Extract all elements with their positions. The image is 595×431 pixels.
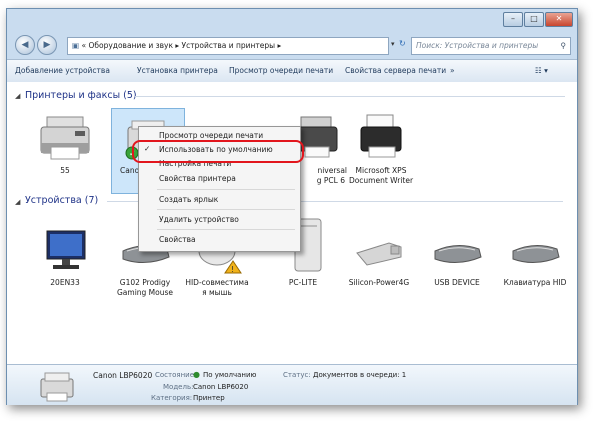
add-device-button[interactable]: Добавление устройства [15, 66, 110, 75]
device-label: 55 [60, 166, 70, 175]
device-label: USB DEVICE [434, 278, 480, 287]
svg-text:!: ! [231, 265, 234, 274]
device-label: Microsoft XPS [355, 166, 407, 175]
details-category-label: Категория: [151, 394, 193, 402]
view-options-icon[interactable]: ☷ ▾ [535, 66, 548, 75]
details-model-value: Canon LBP6020 [193, 383, 249, 391]
devices-window: – □ ✕ ◀ ▶ ▣ « Оборудование и звук ▸ Устр… [6, 8, 578, 405]
details-device-name: Canon LBP6020 [93, 371, 153, 380]
details-status-value: Документов в очереди: 1 [313, 371, 407, 379]
breadcrumb-separator-icon[interactable]: ▸ [277, 41, 281, 50]
device-label: Silicon-Power4G [348, 278, 410, 287]
usb-drive-icon [356, 242, 402, 266]
printer-icon [360, 114, 402, 158]
address-dropdown-icon[interactable]: ▾ [391, 40, 395, 48]
print-queue-button[interactable]: Просмотр очереди печати [229, 66, 333, 75]
back-arrow-icon[interactable]: ◀ [15, 35, 35, 55]
search-input[interactable]: Поиск: Устройства и принтеры ⚲ [411, 37, 571, 55]
group-header-devices[interactable]: Устройства (7) [25, 195, 98, 206]
minimize-button[interactable]: – [503, 12, 523, 27]
device-label: PC-LITE [288, 278, 318, 287]
breadcrumb-item-devices[interactable]: Устройства и принтеры [182, 41, 276, 50]
device-label: 20EN33 [50, 278, 80, 287]
details-model-label: Модель: [163, 383, 194, 391]
print-server-properties-button[interactable]: Свойства сервера печати [345, 66, 446, 75]
title-bar: – □ ✕ [7, 9, 577, 31]
device-hid-keyboard[interactable]: Клавиатура HID [497, 227, 573, 288]
forward-arrow-icon[interactable]: ▶ [37, 35, 57, 55]
maximize-button[interactable]: □ [524, 12, 544, 27]
breadcrumb[interactable]: ▣ « Оборудование и звук ▸ Устройства и п… [67, 37, 389, 55]
printer-55[interactable]: 55 [27, 113, 103, 176]
install-printer-button[interactable]: Установка принтера [137, 66, 218, 75]
collapse-arrow-icon[interactable]: ◢ [15, 198, 20, 206]
menu-separator [157, 209, 295, 210]
menu-separator [157, 229, 295, 230]
menu-separator [157, 189, 295, 190]
breadcrumb-item-hardware[interactable]: Оборудование и звук [88, 41, 173, 50]
default-check-icon: ● [193, 370, 200, 379]
monitor-icon [46, 230, 86, 269]
details-pane: Canon LBP6020 Состояние: ● По умолчанию … [7, 364, 577, 405]
highlight-outline [132, 140, 304, 163]
details-status-label: Статус: [283, 371, 311, 379]
group-header-printers[interactable]: Принтеры и факсы (5) [25, 90, 137, 101]
menu-item-remove-device[interactable]: Удалить устройство [159, 215, 239, 224]
keyboard-icon [434, 245, 482, 263]
refresh-icon[interactable]: ↻ [399, 39, 406, 48]
device-label: Клавиатура HID [503, 278, 567, 287]
device-monitor-20en33[interactable]: 20EN33 [27, 227, 103, 288]
printer-icon [40, 372, 74, 402]
collapse-arrow-icon[interactable]: ◢ [15, 92, 20, 100]
device-label: G102 Prodigy [119, 278, 171, 287]
device-label-line2: я мышь [202, 288, 232, 297]
device-label-line2: Document Writer [348, 176, 414, 185]
control-panel-icon: ▣ [72, 41, 80, 50]
printer-microsoft-xps[interactable]: Microsoft XPS Document Writer [343, 113, 419, 186]
command-toolbar: Добавление устройства Установка принтера… [7, 59, 577, 83]
menu-item-properties[interactable]: Свойства [159, 235, 196, 244]
printer-icon [40, 116, 90, 160]
menu-item-create-shortcut[interactable]: Создать ярлык [159, 195, 218, 204]
device-label: HID-совместима [185, 278, 249, 287]
close-button[interactable]: ✕ [545, 12, 573, 27]
menu-item-view-queue[interactable]: Просмотр очереди печати [159, 131, 263, 140]
device-usb-device[interactable]: USB DEVICE [419, 227, 495, 288]
search-icon[interactable]: ⚲ [561, 38, 567, 54]
breadcrumb-separator-icon[interactable]: ▸ [175, 41, 179, 50]
keyboard-icon [512, 245, 560, 263]
breadcrumb-overflow[interactable]: « [81, 41, 86, 50]
group-divider [135, 96, 565, 97]
device-label-line2: Gaming Mouse [116, 288, 174, 297]
details-state-value: По умолчанию [203, 371, 257, 379]
more-commands-button[interactable]: » [450, 66, 455, 75]
details-category-value: Принтер [193, 394, 225, 402]
address-bar: ◀ ▶ ▣ « Оборудование и звук ▸ Устройства… [7, 31, 577, 59]
details-state-label: Состояние: [155, 371, 197, 379]
device-silicon-power[interactable]: Silicon-Power4G [341, 227, 417, 288]
menu-item-printer-properties[interactable]: Свойства принтера [159, 174, 236, 183]
